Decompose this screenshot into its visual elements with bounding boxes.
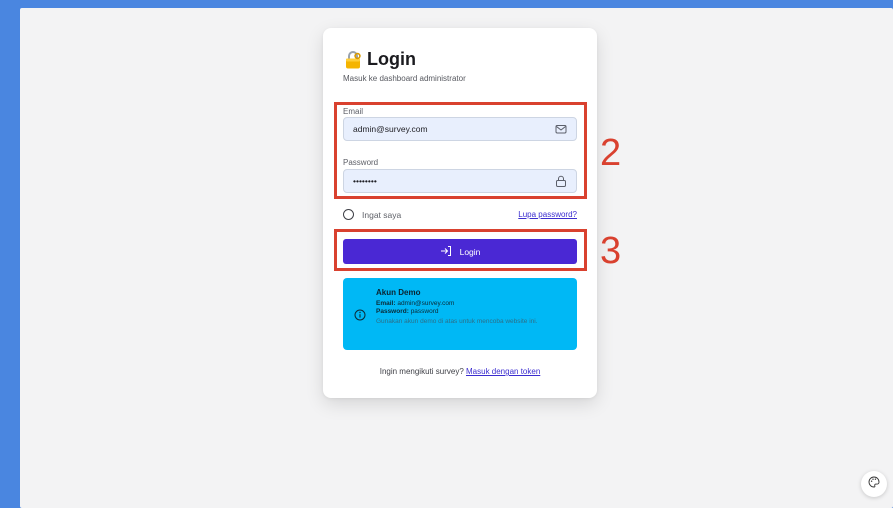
- demo-text: Akun Demo Email: admin@survey.com Passwo…: [376, 288, 568, 326]
- token-prompt: Ingin mengikuti survey?: [379, 367, 464, 376]
- remember-label: Ingat saya: [362, 209, 402, 220]
- demo-title: Akun Demo: [376, 288, 421, 297]
- remember-me[interactable]: Ingat saya: [343, 209, 401, 220]
- demo-note: Gunakan akun demo di atas untuk mencoba …: [376, 317, 538, 325]
- palette-icon: [868, 475, 880, 493]
- title-row: Login: [343, 49, 416, 70]
- info-icon: [354, 308, 366, 321]
- login-card: Login Masuk ke dashboard administrator E…: [323, 28, 597, 398]
- locked-with-key-emoji-icon: [343, 50, 363, 70]
- token-login-link[interactable]: Masuk dengan token: [466, 367, 540, 376]
- page-subtitle: Masuk ke dashboard administrator: [343, 74, 466, 83]
- annotation-box-login: [334, 229, 587, 271]
- annotation-number-3: 3: [600, 230, 622, 272]
- demo-password-line: Password: password: [376, 308, 439, 315]
- page-title: Login: [367, 49, 416, 69]
- theme-toggle-button[interactable]: [861, 471, 887, 497]
- demo-account-alert: Akun Demo Email: admin@survey.com Passwo…: [343, 278, 577, 350]
- remember-checkbox[interactable]: [343, 209, 354, 220]
- annotation-number-2: 2: [600, 132, 622, 174]
- demo-email-line: Email: admin@survey.com: [376, 299, 455, 307]
- annotation-box-credentials: [334, 102, 587, 199]
- token-login-row: Ingin mengikuti survey? Masuk dengan tok…: [323, 367, 597, 376]
- forgot-password-link[interactable]: Lupa password?: [518, 210, 577, 219]
